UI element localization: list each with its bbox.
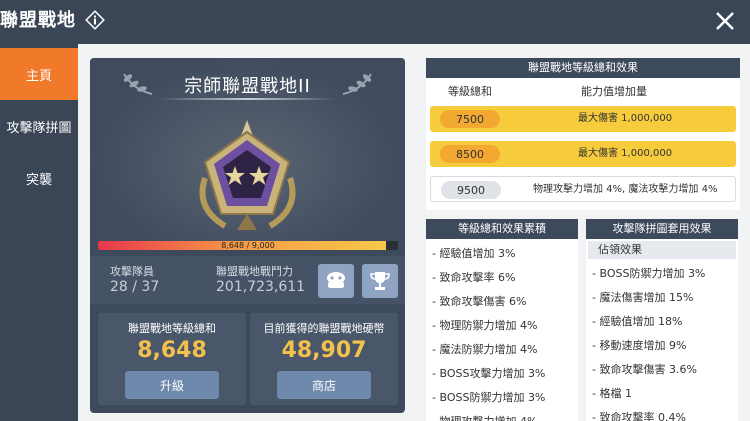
list-item: - 移動速度增加 9%	[592, 339, 687, 352]
list-item: - 致命攻擊傷害 3.6%	[592, 363, 697, 376]
rank-panel: 宗師聯盟戰地II 8,648 / 9,000 攻擊隊員 28 / 37 聯盟戰地…	[90, 58, 405, 413]
list-item: - 魔法防禦力增加 4%	[432, 343, 538, 356]
formation-button[interactable]	[318, 264, 354, 298]
col-level-header: 等級總和	[448, 85, 492, 98]
emblem-area: 宗師聯盟戰地II	[90, 58, 405, 248]
level-sum-value: 8,648	[137, 338, 207, 363]
list-item: - 魔法傷害增加 15%	[592, 291, 694, 304]
page-title: 聯盟戰地	[0, 10, 76, 31]
trophy-icon	[370, 272, 390, 290]
rank-progress-text: 8,648 / 9,000	[221, 241, 275, 250]
level-effect: 最大傷害 1,000,000	[578, 148, 673, 159]
level-sum-label: 聯盟戰地等級總和	[128, 322, 216, 335]
list-item: - 物理攻擊力增加 4%	[432, 413, 537, 421]
occupy-effect-subheader: 佔領效果	[588, 241, 736, 259]
level-effect: 物理攻擊力增加 4%, 魔法攻擊力增加 4%	[533, 184, 718, 195]
level-sum-card: 聯盟戰地等級總和 8,648 升級	[98, 313, 246, 405]
level-row: 7500 最大傷害 1,000,000	[430, 106, 736, 132]
level-effect-header: 聯盟戰地等級總和效果	[426, 58, 740, 78]
sidebar-item-raid[interactable]: 突襲	[0, 152, 78, 204]
list-item: - BOSS防禦力增加 3%	[592, 267, 706, 280]
level-row: 9500 物理攻擊力增加 4%, 魔法攻擊力增加 4%	[430, 176, 736, 202]
title-divider	[160, 98, 335, 100]
list-item: - 經驗值增加 3%	[432, 247, 516, 260]
list-item: - 經驗值增加 18%	[592, 315, 683, 328]
members-label: 攻擊隊員	[110, 265, 154, 278]
coin-value: 48,907	[281, 338, 367, 363]
level-pill: 9500	[441, 181, 501, 199]
sidebar-item-puzzle[interactable]: 攻擊隊拼圖	[0, 100, 78, 152]
close-icon[interactable]	[710, 6, 740, 36]
list-item: - 致命攻擊率 0.4%	[592, 411, 686, 421]
members-value: 28 / 37	[110, 279, 160, 295]
power-label: 聯盟戰地戰鬥力	[216, 265, 293, 278]
list-item: - 物理防禦力增加 4%	[432, 319, 538, 332]
cumulative-header: 等級總和效果累積	[426, 219, 578, 239]
list-item: - 致命攻擊率 6%	[432, 271, 516, 284]
coin-label: 目前獲得的聯盟戰地硬幣	[263, 322, 385, 335]
sidebar-item-label: 主頁	[25, 68, 52, 84]
power-value: 201,723,611	[216, 279, 306, 295]
formation-icon	[327, 272, 345, 288]
level-pill: 7500	[440, 110, 500, 128]
main-content: 宗師聯盟戰地II 8,648 / 9,000 攻擊隊員 28 / 37 聯盟戰地…	[78, 44, 750, 421]
col-effect-header: 能力值增加量	[581, 85, 647, 98]
sidebar-item-main[interactable]: 主頁	[0, 48, 78, 100]
rank-emblem-icon	[199, 120, 296, 230]
list-item: - BOSS攻擊力增加 3%	[432, 367, 546, 380]
list-item: - 致命攻擊傷害 6%	[432, 295, 527, 308]
upgrade-button[interactable]: 升級	[125, 371, 219, 399]
cumulative-effects-box: 等級總和效果累積 - 經驗值增加 3% - 致命攻擊率 6% - 致命攻擊傷害 …	[426, 219, 578, 421]
list-item: - BOSS防禦力增加 3%	[432, 391, 546, 404]
list-item: - 格檔 1	[592, 387, 632, 400]
ranking-button[interactable]	[362, 264, 398, 298]
level-effect: 最大傷害 1,000,000	[578, 113, 673, 124]
sidebar-item-label: 攻擊隊拼圖	[6, 120, 72, 136]
top-bar: 聯盟戰地	[0, 0, 750, 44]
sidebar: 主頁 攻擊隊拼圖 突襲	[0, 44, 78, 421]
info-icon[interactable]	[84, 9, 106, 31]
rank-progress-bar: 8,648 / 9,000	[98, 241, 398, 250]
puzzle-effects-box: 攻擊隊拼圖套用效果 佔領效果 - BOSS防禦力增加 3% - 魔法傷害增加 1…	[586, 219, 738, 421]
laurel-right-icon	[342, 73, 372, 95]
level-row: 8500 最大傷害 1,000,000	[430, 141, 736, 167]
stats-row: 攻擊隊員 28 / 37 聯盟戰地戰鬥力 201,723,611	[90, 256, 405, 304]
shop-button[interactable]: 商店	[277, 371, 371, 399]
level-pill: 8500	[440, 145, 500, 163]
sidebar-item-label: 突襲	[25, 172, 52, 188]
level-effect-table: 聯盟戰地等級總和效果 等級總和 能力值增加量 7500 最大傷害 1,000,0…	[426, 58, 740, 210]
coin-card: 目前獲得的聯盟戰地硬幣 48,907 商店	[250, 313, 398, 405]
puzzle-header: 攻擊隊拼圖套用效果	[586, 219, 738, 239]
